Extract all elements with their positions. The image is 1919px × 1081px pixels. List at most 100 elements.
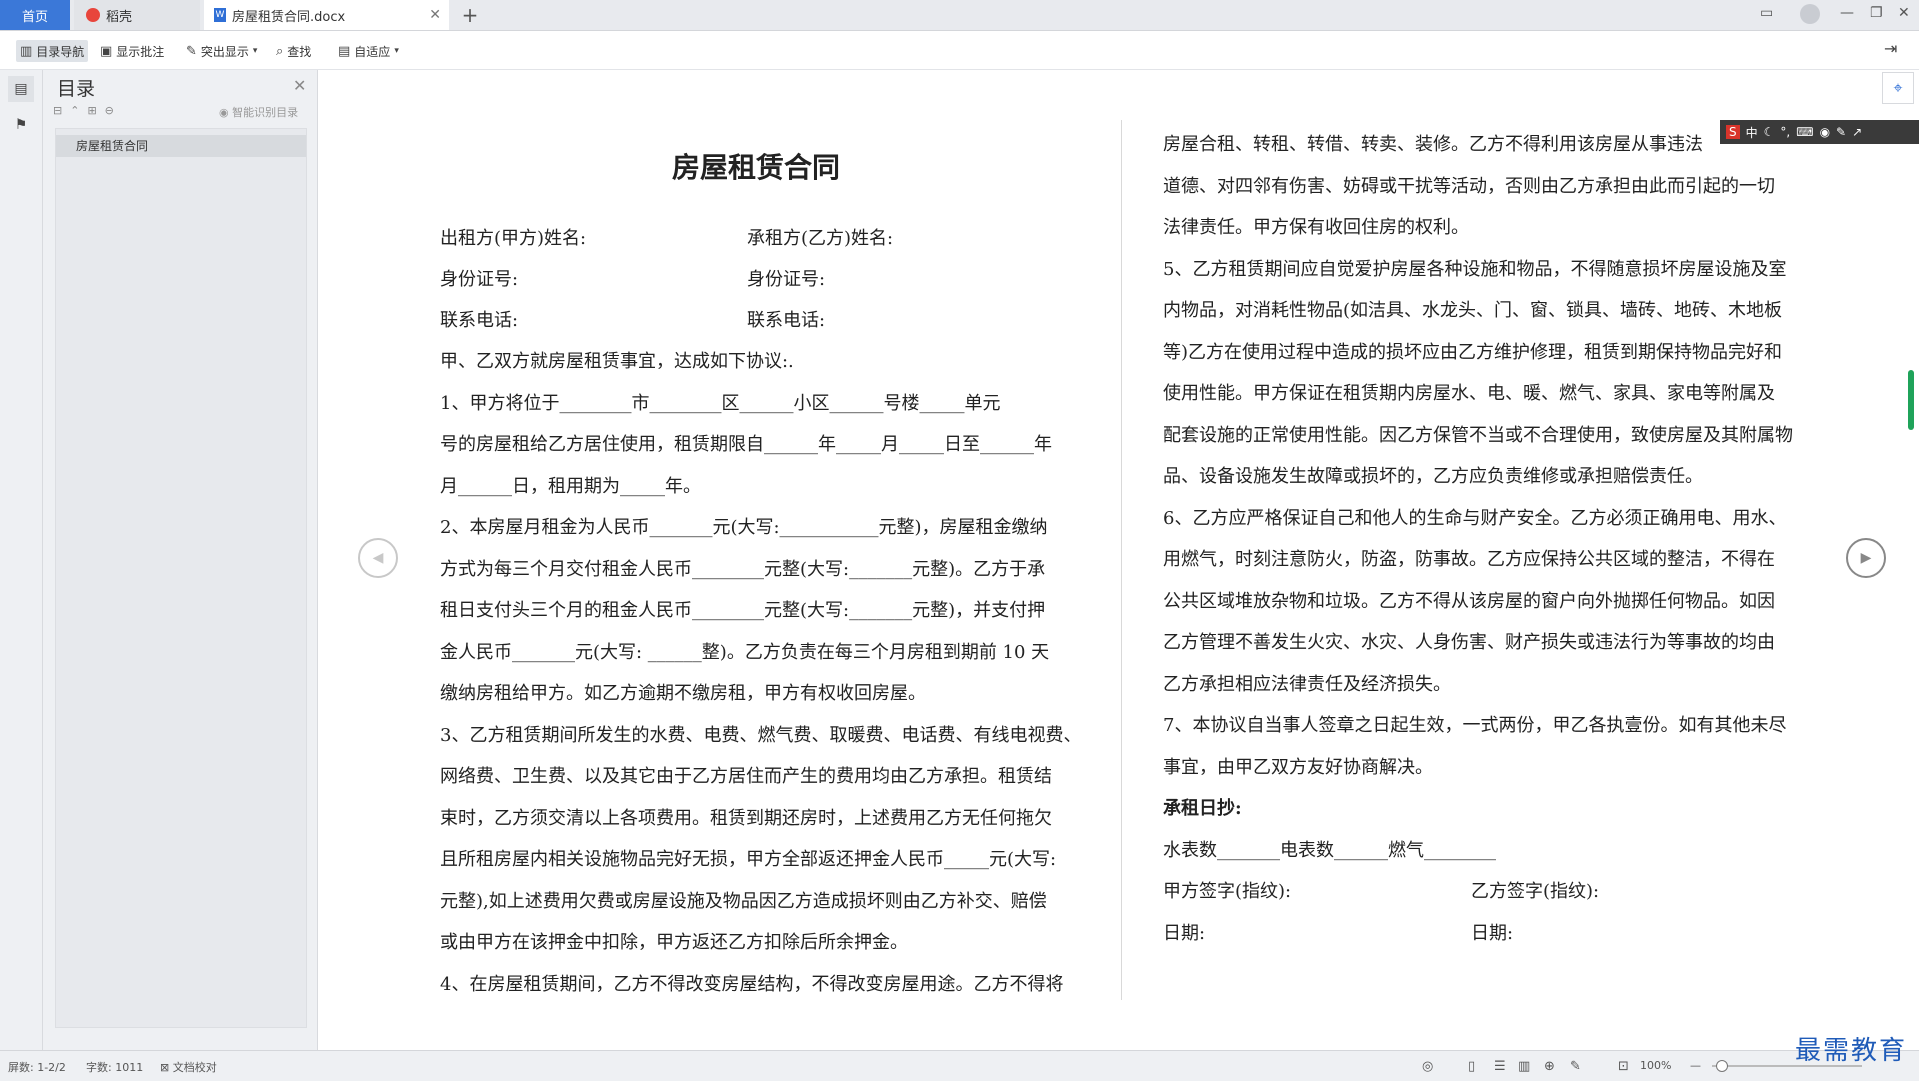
chevron-left-icon: ◀ xyxy=(372,550,384,566)
show-comments-button[interactable]: ▣ 显示批注 xyxy=(96,40,168,62)
collapse-icon[interactable]: ⊟ xyxy=(53,104,62,120)
user-icon: ◉ xyxy=(1819,125,1831,139)
word-count: 字数: 1011 xyxy=(86,1061,144,1074)
daoke-logo-icon xyxy=(86,8,100,22)
moon-icon: ☾ xyxy=(1763,125,1775,139)
left-text-line: 2、本房屋月租金为人民币_______元(大写:___________元整)，房… xyxy=(440,517,1048,538)
smart-toc-button[interactable]: ◉ 智能识别目录 xyxy=(219,104,298,120)
toc-panel-icon[interactable]: ▤ xyxy=(8,76,34,102)
left-text-line: 联系电话: xyxy=(747,310,826,331)
right-text-line: 乙方签字(指纹): xyxy=(1471,881,1600,902)
proofread-button[interactable]: ⊠ 文档校对 xyxy=(160,1059,217,1075)
right-text-line: 房屋合租、转租、转借、转卖、装修。乙方不得利用该房屋从事违法 xyxy=(1163,134,1703,155)
toc-tools: ⊟ ⌃ ⊞ ⊖ xyxy=(53,104,114,120)
avatar[interactable] xyxy=(1800,4,1820,24)
chevron-down-icon: ▾ xyxy=(394,45,399,56)
page-fit-icon: ▤ xyxy=(338,43,351,59)
zoom-slider-handle[interactable] xyxy=(1716,1060,1728,1072)
zoom-out-icon[interactable]: — xyxy=(1690,1059,1701,1072)
toc-panel: 目录 ✕ ⊟ ⌃ ⊞ ⊖ ◉ 智能识别目录 房屋租赁合同 xyxy=(43,70,318,1050)
level-up-icon[interactable]: ⌃ xyxy=(70,104,79,120)
expand-icon: ↗ xyxy=(1852,125,1863,139)
highlight-button[interactable]: ✎ 突出显示 ▾ xyxy=(182,40,261,62)
left-text-line: 身份证号: xyxy=(440,269,519,290)
toc-list: 房屋租赁合同 xyxy=(55,128,307,1028)
toc-icon: ▥ xyxy=(20,43,33,59)
ime-logo-icon: S xyxy=(1726,125,1740,139)
right-text-line: 承租日抄: xyxy=(1163,798,1242,819)
restore-icon[interactable]: ❐ xyxy=(1870,5,1883,21)
toc-nav-button[interactable]: ▥ 目录导航 xyxy=(16,40,89,62)
wrench-icon: ✎ xyxy=(1836,125,1847,139)
left-text-line: 1、甲方将位于________市________区______小区______号… xyxy=(440,392,1001,414)
outline-view-icon[interactable]: ☰ xyxy=(1494,1059,1506,1074)
right-text-line: 日期: xyxy=(1471,922,1514,944)
location-pin-icon[interactable]: ⌖ xyxy=(1882,72,1914,104)
exit-reading-icon[interactable]: ⇥ xyxy=(1884,41,1897,57)
new-tab-button[interactable]: + xyxy=(452,0,488,30)
tab-document[interactable]: W 房屋租赁合同.docx ✕ xyxy=(204,0,449,30)
tab-daoke[interactable]: 稻壳 xyxy=(74,0,200,30)
remove-icon[interactable]: ⊖ xyxy=(105,104,114,120)
next-page-button[interactable]: ▶ xyxy=(1846,538,1886,578)
pen-icon[interactable]: ✎ xyxy=(1570,1059,1581,1074)
left-text-line: 身份证号: xyxy=(747,269,826,290)
fit-button[interactable]: ▤ 自适应 ▾ xyxy=(334,40,403,62)
bookmark-icon[interactable]: ⚑ xyxy=(8,112,34,138)
left-text-line: 金人民币_______元(大写: ______整)。乙方负责在每三个月房租到期前… xyxy=(440,641,1050,663)
fit-label: 自适应 xyxy=(354,44,391,59)
find-label: 查找 xyxy=(287,44,312,59)
left-text-line: 元整),如上述费用欠费或房屋设施及物品因乙方造成损坏则由乙方补交、赔偿 xyxy=(440,890,1047,912)
word-doc-icon: W xyxy=(214,8,226,22)
prev-page-button[interactable]: ◀ xyxy=(358,538,398,578)
tab-document-label: 房屋租赁合同.docx xyxy=(232,9,346,25)
tab-home[interactable]: 首页 xyxy=(0,0,70,30)
page-view-icon[interactable]: ▯ xyxy=(1468,1059,1475,1074)
right-text-line: 甲方签字(指纹): xyxy=(1163,881,1292,902)
punctuation-icon: °, xyxy=(1780,125,1791,139)
watermark: 最需教育 xyxy=(1795,1036,1908,1066)
left-text-line: 且所租房屋内相关设施物品完好无损，甲方全部返还押金人民币_____元(大写: xyxy=(440,849,1057,870)
find-button[interactable]: ⌕ 查找 xyxy=(272,40,315,62)
left-icon-bar: ▤ ⚑ xyxy=(0,70,43,1050)
smart-toc-label: 智能识别目录 xyxy=(232,106,299,119)
page-count: 屏数: 1-2/2 xyxy=(8,1061,66,1074)
toolbar: ▥ 目录导航 ▣ 显示批注 ✎ 突出显示 ▾ ⌕ 查找 ▤ 自适应 ▾ ⇥ xyxy=(0,31,1919,70)
comment-icon: ▣ xyxy=(100,43,113,59)
left-text-line: 缴纳房租给甲方。如乙方逾期不缴房租，甲方有权收回房屋。 xyxy=(440,683,926,704)
eye-protect-icon[interactable]: ◎ xyxy=(1422,1059,1433,1074)
right-text-line: 等)乙方在使用过程中造成的损坏应由乙方维护修理，租赁到期保持物品完好和 xyxy=(1163,341,1783,363)
tab-home-label: 首页 xyxy=(21,9,48,25)
left-text-line: 网络费、卫生费、以及其它由于乙方居住而产生的费用均由乙方承担。租赁结 xyxy=(440,766,1052,787)
close-window-icon[interactable]: ✕ xyxy=(1898,5,1910,21)
right-text-line: 配套设施的正常使用性能。因乙方保管不当或不合理使用，致使房屋及其附属物 xyxy=(1163,424,1793,446)
right-text-line: 6、乙方应严格保证自己和他人的生命与财产安全。乙方必须正确用电、用水、 xyxy=(1163,507,1787,529)
web-view-icon[interactable]: ⊕ xyxy=(1544,1059,1555,1074)
ime-toolbar[interactable]: S 中 ☾ °, ⌨ ◉ ✎ ↗ xyxy=(1720,120,1919,144)
toc-item[interactable]: 房屋租赁合同 xyxy=(56,135,306,157)
reading-view-icon[interactable]: ▥ xyxy=(1518,1059,1530,1074)
right-text-line: 乙方管理不善发生火灾、水灾、人身伤害、财产损失或违法行为等事故的均由 xyxy=(1163,632,1775,653)
proofread-label: 文档校对 xyxy=(172,1061,217,1074)
left-text-line: 承租方(乙方)姓名: xyxy=(747,228,894,249)
page-layout-icon[interactable]: ▭ xyxy=(1760,5,1773,21)
right-text-line: 日期: xyxy=(1163,922,1206,944)
fit-page-icon[interactable]: ⊡ xyxy=(1618,1059,1629,1074)
keyboard-icon: ⌨ xyxy=(1796,125,1814,139)
left-text-line: 月______日，租用期为_____年。 xyxy=(440,475,701,497)
minimize-icon[interactable]: — xyxy=(1840,5,1854,21)
right-text-line: 乙方承担相应法律责任及经济损失。 xyxy=(1163,673,1451,695)
close-panel-icon[interactable]: ✕ xyxy=(293,76,306,95)
right-text-line: 道德、对四邻有伤害、妨碍或干扰等活动，否则由乙方承担由此而引起的一切 xyxy=(1163,175,1775,197)
close-tab-icon[interactable]: ✕ xyxy=(429,7,441,23)
right-text-line: 用燃气，时刻注意防火，防盗，防事故。乙方应保持公共区域的整洁，不得在 xyxy=(1163,549,1775,570)
left-text-line: 出租方(甲方)姓名: xyxy=(440,228,587,249)
highlight-pen-icon: ✎ xyxy=(186,43,197,59)
chevron-down-icon: ▾ xyxy=(252,45,258,56)
add-icon[interactable]: ⊞ xyxy=(87,104,96,120)
highlight-label: 突出显示 xyxy=(200,44,249,59)
scrollbar-thumb[interactable] xyxy=(1908,370,1914,430)
left-text-line: 或由甲方在该押金中扣除，甲方返还乙方扣除后所余押金。 xyxy=(440,932,908,953)
zoom-level[interactable]: 100% xyxy=(1640,1059,1671,1072)
left-text-line: 4、在房屋租赁期间，乙方不得改变房屋结构，不得改变房屋用途。乙方不得将 xyxy=(440,973,1064,995)
